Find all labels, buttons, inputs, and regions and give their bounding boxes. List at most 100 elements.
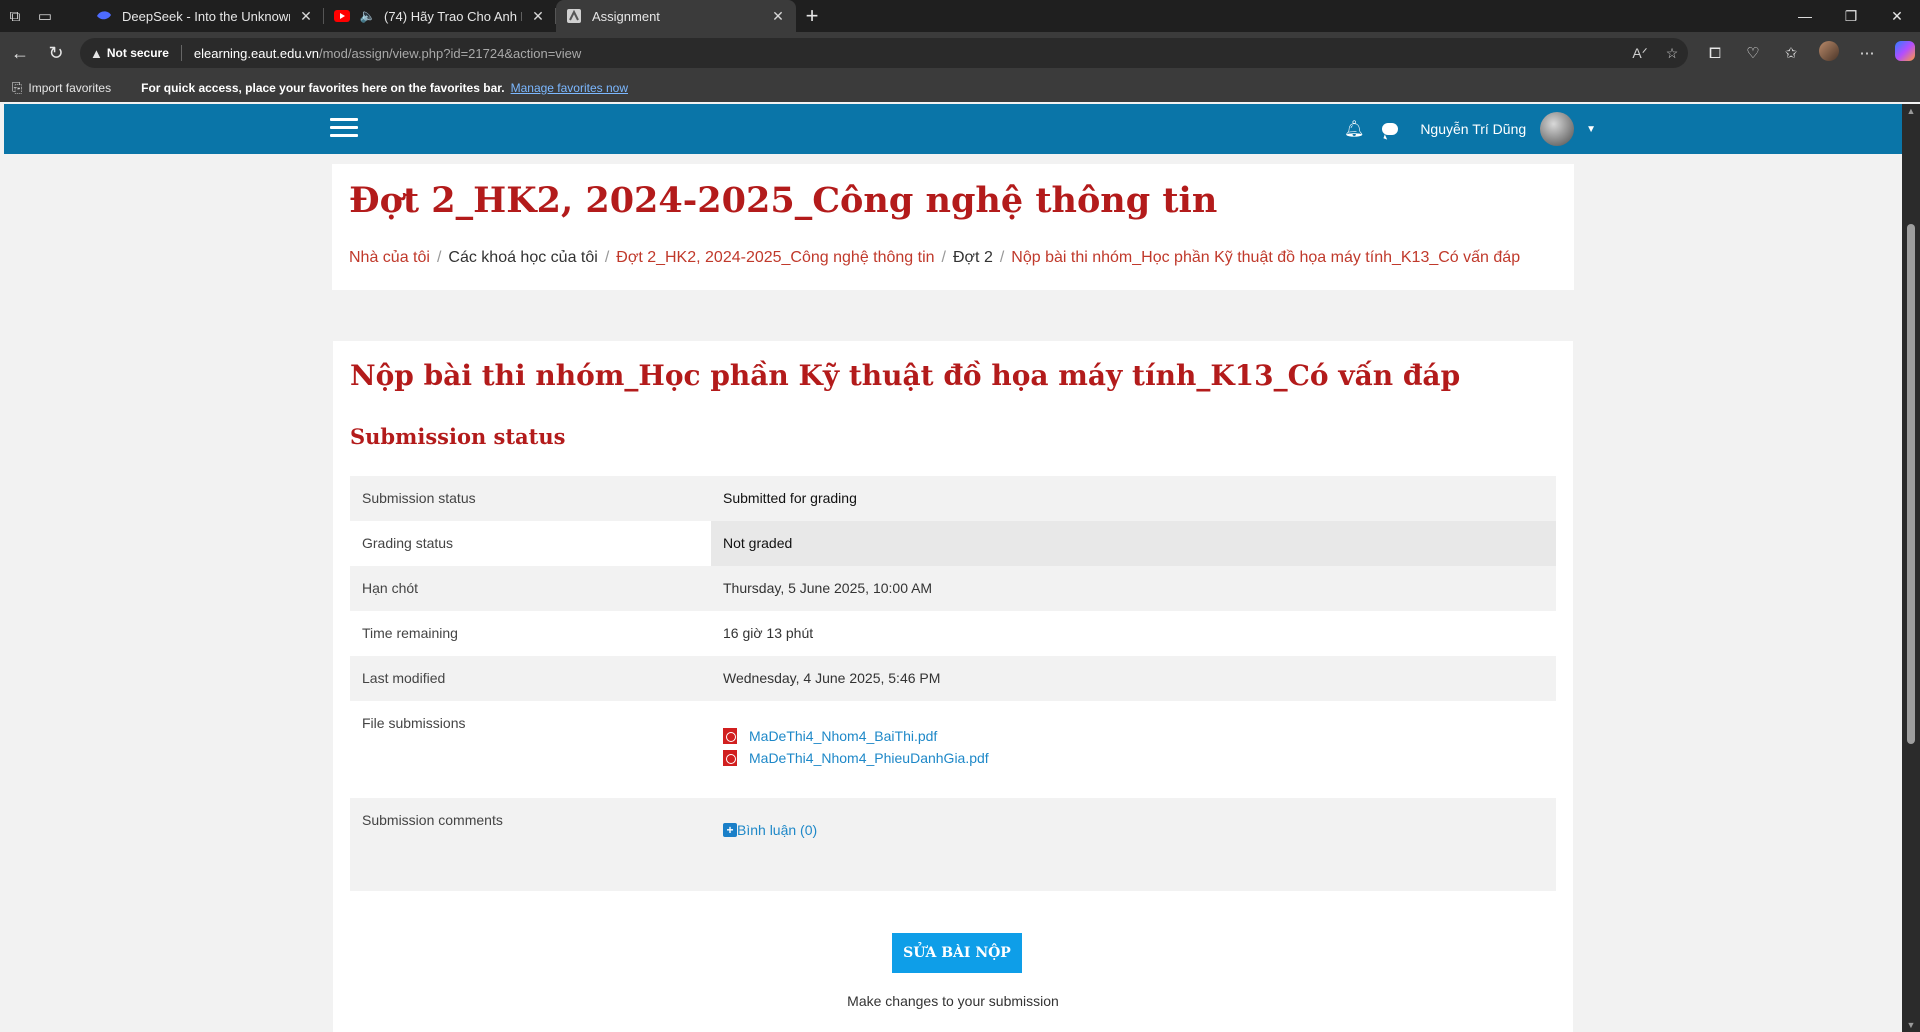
notifications-bell-icon[interactable]: 🔔︎ xyxy=(1344,119,1364,139)
page-title: Đợt 2_HK2, 2024-2025_Công nghệ thông tin xyxy=(349,180,1218,221)
tab-label: Assignment xyxy=(592,8,660,24)
browser-tab-bar: ⧉ ▭ DeepSeek - Into the Unknown ✕ 🔈 (74)… xyxy=(0,0,1920,32)
breadcrumb-assignment[interactable]: Nộp bài thi nhóm_Học phần Kỹ thuật đồ họ… xyxy=(1011,249,1520,267)
grading-status-value: Not graded xyxy=(711,521,1556,566)
back-icon[interactable]: ← xyxy=(2,43,38,64)
breadcrumb: Nhà của tôi / Các khoá học của tôi / Đợt… xyxy=(349,249,1520,267)
restore-icon[interactable]: ❐ xyxy=(1828,8,1874,25)
list-item: MaDeThi4_Nhom4_PhieuDanhGia.pdf xyxy=(723,747,1544,769)
submission-comments-cell: + Bình luận (0) xyxy=(711,798,1556,891)
address-bar-row: ← ↻ ▲ Not secure elearning.eaut.edu.vn /… xyxy=(0,32,1920,74)
speaker-icon[interactable]: 🔈 xyxy=(360,8,376,24)
due-date-value: Thursday, 5 June 2025, 10:00 AM xyxy=(723,580,933,596)
scrollbar-thumb[interactable] xyxy=(1907,224,1915,744)
deepseek-icon xyxy=(96,8,112,24)
scroll-up-icon[interactable]: ▲ xyxy=(1902,104,1920,118)
profile-icon[interactable] xyxy=(1810,41,1848,65)
page-header: Đợt 2_HK2, 2024-2025_Công nghệ thông tin… xyxy=(332,164,1574,290)
plus-icon[interactable]: + xyxy=(723,823,737,837)
moodle-icon xyxy=(566,8,582,24)
breadcrumb-separator: / xyxy=(941,249,946,266)
comments-toggle[interactable]: + Bình luận (0) xyxy=(723,822,1544,838)
url-box[interactable]: ▲ Not secure elearning.eaut.edu.vn /mod/… xyxy=(80,38,1688,68)
comments-link[interactable]: Bình luận (0) xyxy=(737,822,817,838)
file-link[interactable]: MaDeThi4_Nhom4_BaiThi.pdf xyxy=(749,728,937,744)
close-window-icon[interactable]: ✕ xyxy=(1874,8,1920,25)
site-navbar: 🔔︎ Nguyễn Trí Dũng ▼ xyxy=(4,104,1902,154)
favorites-icon[interactable]: ✩ xyxy=(1772,44,1810,62)
submission-status-heading: Submission status xyxy=(350,424,566,449)
breadcrumb-home[interactable]: Nhà của tôi xyxy=(349,249,430,267)
user-name[interactable]: Nguyễn Trí Dũng xyxy=(1420,121,1526,137)
row-label: Time remaining xyxy=(362,625,458,641)
row-label: Hạn chót xyxy=(362,580,419,596)
breadcrumb-course[interactable]: Đợt 2_HK2, 2024-2025_Công nghệ thông tin xyxy=(616,249,934,267)
more-icon[interactable]: ⋯ xyxy=(1848,44,1886,62)
submission-status-table: Submission status Submitted for grading … xyxy=(350,476,1556,891)
tab-assignment[interactable]: Assignment ✕ xyxy=(556,0,796,32)
list-item: MaDeThi4_Nhom4_BaiThi.pdf xyxy=(723,725,1544,747)
tab-deepseek[interactable]: DeepSeek - Into the Unknown ✕ xyxy=(86,0,324,32)
table-row: Last modified Wednesday, 4 June 2025, 5:… xyxy=(350,656,1556,701)
new-tab-icon[interactable]: + xyxy=(796,3,828,29)
close-tab-icon[interactable]: ✕ xyxy=(298,8,314,25)
menu-toggle-icon[interactable] xyxy=(330,118,358,140)
pdf-file-icon xyxy=(723,728,737,744)
table-row: Submission status Submitted for grading xyxy=(350,476,1556,521)
edit-submission-button[interactable]: SỬA BÀI NỘP xyxy=(892,933,1022,973)
breadcrumb-section: Đợt 2 xyxy=(953,249,993,266)
table-row: Submission comments + Bình luận (0) xyxy=(350,798,1556,891)
favorites-message: For quick access, place your favorites h… xyxy=(141,81,505,95)
row-label: Grading status xyxy=(362,535,454,551)
user-menu-caret-icon[interactable]: ▼ xyxy=(1586,124,1596,135)
table-row: Hạn chót Thursday, 5 June 2025, 10:00 AM xyxy=(350,566,1556,611)
import-favorites-label: Import favorites xyxy=(28,81,112,95)
security-label[interactable]: Not secure xyxy=(107,46,169,60)
file-submissions-cell: MaDeThi4_Nhom4_BaiThi.pdf MaDeThi4_Nhom4… xyxy=(711,701,1556,798)
manage-favorites-link[interactable]: Manage favorites now xyxy=(511,81,628,95)
file-link[interactable]: MaDeThi4_Nhom4_PhieuDanhGia.pdf xyxy=(749,750,989,766)
assignment-title: Nộp bài thi nhóm_Học phần Kỹ thuật đồ họ… xyxy=(350,359,1461,392)
close-tab-icon[interactable]: ✕ xyxy=(770,8,786,25)
last-modified-value: Wednesday, 4 June 2025, 5:46 PM xyxy=(723,670,941,686)
breadcrumb-my-courses: Các khoá học của tôi xyxy=(448,249,598,266)
avatar[interactable] xyxy=(1540,112,1575,146)
page-scrollbar[interactable]: ▲ ▼ xyxy=(1902,104,1920,1032)
close-tab-icon[interactable]: ✕ xyxy=(530,8,546,25)
row-label: File submissions xyxy=(362,715,466,731)
submission-status-value: Submitted for grading xyxy=(723,490,857,506)
row-label: Submission status xyxy=(362,490,476,506)
tab-actions-icon[interactable]: ▭ xyxy=(30,0,60,32)
breadcrumb-separator: / xyxy=(999,249,1005,266)
copilot-icon[interactable] xyxy=(1886,41,1920,65)
minimize-icon[interactable]: — xyxy=(1782,8,1828,25)
edit-submission-hint: Make changes to your submission xyxy=(847,993,1059,1009)
import-icon: ⎘ xyxy=(12,80,23,95)
browser-essentials-icon[interactable]: ♡ xyxy=(1734,44,1772,62)
assignment-card: Nộp bài thi nhóm_Học phần Kỹ thuật đồ họ… xyxy=(333,341,1573,1032)
scroll-down-icon[interactable]: ▼ xyxy=(1902,1018,1920,1032)
extensions-icon[interactable]: ⧠ xyxy=(1696,45,1734,62)
window-controls: — ❐ ✕ xyxy=(1782,8,1920,25)
tab-label: (74) Hãy Trao Cho Anh Remix xyxy=(384,8,522,24)
table-row: File submissions MaDeThi4_Nhom4_BaiThi.p… xyxy=(350,701,1556,798)
url-host[interactable]: elearning.eaut.edu.vn xyxy=(194,46,319,61)
url-path[interactable]: /mod/assign/view.php?id=21724&action=vie… xyxy=(319,46,581,61)
time-remaining-value: 16 giờ 13 phút xyxy=(723,625,814,641)
refresh-icon[interactable]: ↻ xyxy=(38,43,74,64)
tab-label: DeepSeek - Into the Unknown xyxy=(122,8,290,24)
tab-youtube[interactable]: 🔈 (74) Hãy Trao Cho Anh Remix ✕ xyxy=(324,0,556,32)
messages-icon[interactable] xyxy=(1382,123,1399,135)
breadcrumb-separator: / xyxy=(436,249,442,266)
row-label: Submission comments xyxy=(362,812,503,828)
warning-icon: ▲ xyxy=(90,45,103,61)
favorite-star-icon[interactable]: ☆ xyxy=(1656,45,1688,62)
workspaces-icon[interactable]: ⧉ xyxy=(0,0,30,32)
youtube-icon xyxy=(334,8,350,24)
table-row: Time remaining 16 giờ 13 phút xyxy=(350,611,1556,656)
file-list: MaDeThi4_Nhom4_BaiThi.pdf MaDeThi4_Nhom4… xyxy=(723,715,1544,769)
pdf-file-icon xyxy=(723,750,737,766)
favorites-bar: ⎘ Import favorites For quick access, pla… xyxy=(0,74,1920,102)
read-aloud-icon[interactable]: Aᐟ xyxy=(1624,45,1656,62)
import-favorites-button[interactable]: ⎘ Import favorites xyxy=(0,80,111,96)
